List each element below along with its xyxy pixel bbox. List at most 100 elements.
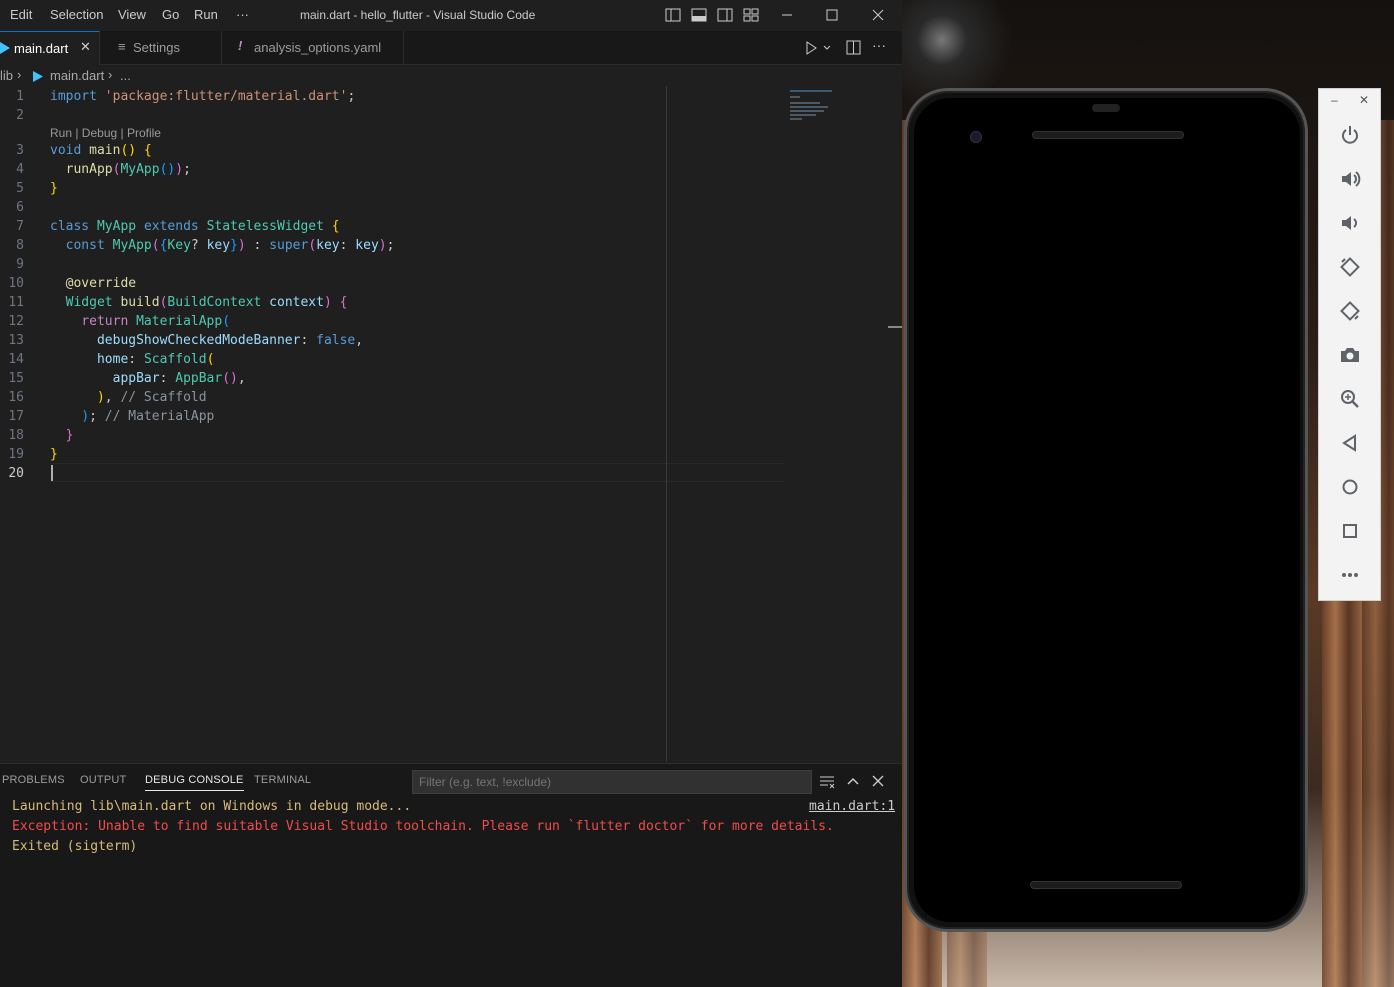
split-editor-icon[interactable] [846,40,861,55]
window-title: main.dart - hello_flutter - Visual Studi… [300,8,536,22]
maximize-panel-icon[interactable] [846,775,860,787]
line-number: 8 [16,238,24,253]
editor-ruler [666,86,667,762]
top-speaker [1032,131,1184,139]
scrollbar-marker[interactable] [888,326,902,328]
emulator-screen[interactable] [914,98,1300,922]
text-cursor [51,465,53,481]
menu-selection[interactable]: Selection [50,7,103,22]
menu-edit[interactable]: Edit [10,7,32,22]
line-number: 3 [16,143,24,158]
code-line[interactable]: runApp(MyApp()); [50,162,191,177]
close-panel-icon[interactable] [872,775,884,787]
code-line[interactable]: debugShowCheckedModeBanner: false, [50,333,363,348]
power-icon[interactable] [1339,124,1361,146]
rotate-left-icon[interactable] [1339,256,1361,278]
chevron-right-icon: › [108,67,113,82]
customize-layout-icon[interactable] [742,6,760,24]
line-number: 15 [8,371,24,386]
breadcrumb: lib › main.dart › ... [0,66,902,86]
line-number-current: 20 [8,466,24,481]
camera-icon[interactable] [1339,344,1361,366]
dart-icon [0,42,10,54]
toggle-secondary-sidebar-icon[interactable] [716,6,734,24]
code-line[interactable]: @override [50,276,136,291]
editor-tab-bar: main.dart ✕ ≡ Settings ! analysis_option… [0,31,902,65]
bottom-panel: PROBLEMS OUTPUT DEBUG CONSOLE TERMINAL L… [0,763,902,987]
breadcrumb-file[interactable]: main.dart [50,68,104,83]
tab-analysis-options[interactable]: ! analysis_options.yaml [222,31,404,65]
close-icon[interactable]: ✕ [80,39,91,55]
title-bar: Edit Selection View Go Run ··· main.dart… [0,0,902,31]
line-number: 18 [8,428,24,443]
tab-main-dart[interactable]: main.dart ✕ [0,31,100,65]
minimap[interactable] [790,88,840,124]
rotate-right-icon[interactable] [1339,300,1361,322]
code-line[interactable]: } [50,181,58,196]
exclamation-icon: ! [238,38,243,53]
settings-lines-icon: ≡ [118,39,126,54]
code-line[interactable]: home: Scaffold( [50,352,214,367]
minimize-icon[interactable]: – [1331,93,1338,107]
line-number: 5 [16,181,24,196]
code-line[interactable]: const MyApp({Key? key}) : super(key: key… [50,238,395,253]
code-line[interactable]: import 'package:flutter/material.dart'; [50,89,355,104]
console-filter-input[interactable] [412,770,812,794]
line-number: 10 [8,276,24,291]
tab-debug-console[interactable]: DEBUG CONSOLE [145,774,244,791]
front-camera [970,131,982,143]
menu-run[interactable]: Run [194,7,218,22]
line-number: 9 [16,257,24,272]
home-icon[interactable] [1339,476,1361,498]
line-number: 2 [16,108,24,123]
close-window-icon[interactable] [869,6,887,24]
code-line[interactable]: void main() { [50,143,152,158]
line-number: 16 [8,390,24,405]
tab-label: Settings [133,40,180,55]
run-dropdown-icon[interactable] [805,41,831,55]
zoom-icon[interactable] [1339,388,1361,410]
maximize-window-icon[interactable] [823,6,841,24]
code-line[interactable]: Widget build(BuildContext context) { [50,295,348,310]
code-line[interactable]: ), // Scaffold [50,390,207,405]
code-line[interactable]: ); // MaterialApp [50,409,214,424]
breadcrumb-more[interactable]: ... [120,68,131,83]
breadcrumb-folder[interactable]: lib [0,68,13,83]
clear-console-icon[interactable] [819,775,835,789]
tab-problems[interactable]: PROBLEMS [2,774,65,786]
code-line[interactable]: class MyApp extends StatelessWidget { [50,219,340,234]
toggle-panel-icon[interactable] [690,6,708,24]
more-actions-icon[interactable]: ··· [872,37,886,53]
tab-settings[interactable]: ≡ Settings [100,31,222,65]
tab-output[interactable]: OUTPUT [80,774,126,786]
console-line: Exception: Unable to find suitable Visua… [12,819,834,834]
menu-go[interactable]: Go [162,7,179,22]
more-icon[interactable] [1339,564,1361,586]
code-line[interactable]: } [50,447,58,462]
current-line-highlight [50,463,784,482]
line-number: 19 [8,447,24,462]
code-line[interactable]: } [50,428,74,443]
menu-view[interactable]: View [118,7,146,22]
tab-label: main.dart [14,41,69,56]
codelens-run-debug-profile[interactable]: Run | Debug | Profile [50,126,161,140]
line-number: 17 [8,409,24,424]
line-number: 11 [8,295,24,310]
line-number: 7 [16,219,24,234]
overview-icon[interactable] [1339,520,1361,542]
code-line[interactable]: return MaterialApp( [50,314,230,329]
back-icon[interactable] [1339,432,1361,454]
dart-icon [33,71,43,82]
menu-more[interactable]: ··· [236,7,249,22]
vscode-window: Edit Selection View Go Run ··· main.dart… [0,0,902,987]
volume-down-icon[interactable] [1339,212,1361,234]
volume-up-icon[interactable] [1339,168,1361,190]
minimize-window-icon[interactable] [778,6,796,24]
tab-terminal[interactable]: TERMINAL [254,774,311,786]
close-icon[interactable]: ✕ [1359,93,1369,107]
toggle-primary-sidebar-icon[interactable] [664,6,682,24]
code-editor[interactable]: 1 2 3 4 5 6 7 8 9 10 11 12 13 14 15 16 1… [0,86,902,762]
source-link[interactable]: main.dart:1 [809,799,895,814]
console-line: Exited (sigterm) [12,839,138,854]
code-line[interactable]: appBar: AppBar(), [50,371,246,386]
